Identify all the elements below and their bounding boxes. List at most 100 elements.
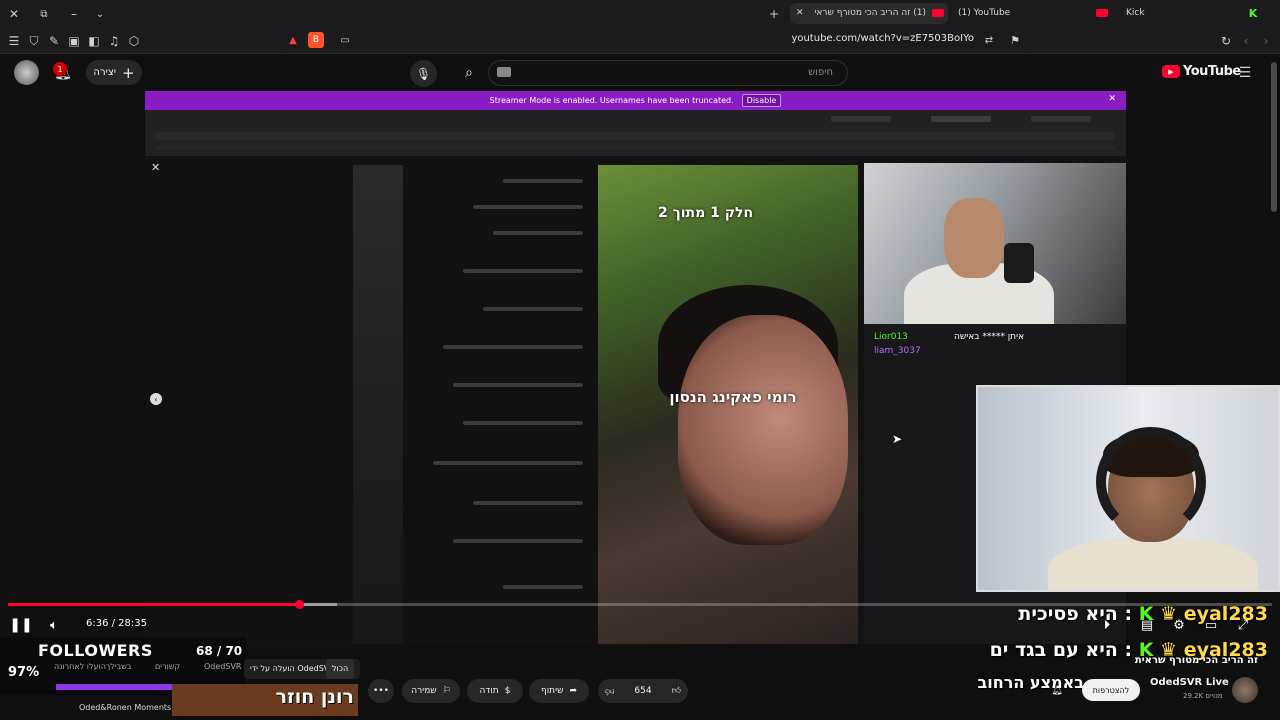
bookmark-icon[interactable]: ⚑ (1008, 33, 1022, 47)
more-button[interactable]: ••• (368, 679, 394, 703)
brush-icon[interactable]: ✎ (46, 33, 62, 49)
chevron-down-icon[interactable]: ⌄ (92, 6, 108, 22)
comment-line (463, 421, 583, 425)
reader-icon[interactable]: ▭ (338, 33, 352, 47)
new-tab-icon[interactable]: + (766, 6, 782, 22)
search-input[interactable]: חיפוש (488, 60, 848, 86)
like-dislike-group: 👍︎ 654 👍︎ (598, 679, 688, 703)
disable-button[interactable]: Disable (741, 94, 782, 107)
site-settings-icon[interactable]: ⇄ (982, 33, 996, 47)
brave-shield-icon[interactable]: B (308, 32, 324, 48)
dollar-icon: $ (504, 686, 511, 696)
create-button[interactable]: יצירה + (86, 60, 142, 85)
settings-icon[interactable]: ⚙ (1170, 616, 1188, 634)
autoplay-icon[interactable]: ⏵ (1098, 616, 1116, 634)
like-icon[interactable]: 👍︎ (672, 686, 681, 696)
progress-scrubber[interactable] (294, 600, 304, 609)
youtube-logo-text: YouTube (1183, 64, 1241, 79)
overlay-chat-message: היא עם בגד ים (989, 639, 1118, 661)
related-thumbnail[interactable]: רונן חוזר (172, 684, 358, 716)
page-scrollbar[interactable] (1271, 62, 1277, 212)
warning-icon[interactable]: ▲ (286, 33, 300, 47)
minimize-icon[interactable]: – (66, 6, 82, 22)
account-avatar[interactable] (14, 60, 39, 85)
join-button[interactable]: להצטרפות (1082, 679, 1140, 701)
tab-youtube-home[interactable]: (1) YouTube (958, 3, 1048, 24)
thumbnail-text: רונן חוזר (275, 686, 354, 708)
tab-recent[interactable]: הועלו לאחרונה (54, 662, 106, 671)
thanks-button[interactable]: תודה $ (467, 679, 523, 703)
restore-icon[interactable]: ⧉ (36, 6, 52, 22)
video-caption-mid: רומי פאקינג הנסון (669, 388, 797, 406)
webcam-microphone (1004, 243, 1034, 283)
shield-icon[interactable]: ⛉ (26, 33, 42, 49)
music-icon[interactable]: ♫ (106, 33, 122, 49)
menu-icon[interactable]: ☰ (6, 33, 22, 49)
streamer-webcam-2 (976, 385, 1280, 592)
screenshot-icon[interactable]: ▣ (66, 33, 82, 49)
search-button[interactable]: ⌕ (456, 60, 482, 86)
inner-browser-bar (145, 110, 1126, 156)
tab-label: (1) זה הריב הכי מטורף שראי (814, 8, 926, 18)
voice-search-button[interactable]: 🎙︎ (410, 60, 437, 87)
notification-bell-button[interactable]: 🔔︎ (1040, 679, 1074, 703)
followers-percent: 97% (8, 665, 40, 680)
back-icon[interactable]: ‹ (1238, 33, 1254, 49)
youtube-logo[interactable]: ▶ YouTube (1162, 64, 1241, 79)
comment-line (453, 539, 583, 543)
volume-icon[interactable]: 🔈︎ (44, 616, 64, 634)
chat-line-user: liam_3037 (874, 346, 921, 356)
extensions-icon[interactable]: ⬡ (126, 33, 142, 49)
search-icon: ⌕ (465, 65, 473, 81)
inner-tab (931, 116, 991, 122)
share-icon: ➦ (569, 686, 578, 696)
url-text[interactable]: youtube.com/watch?v=zE7503BoIYo (791, 33, 974, 44)
comment-line (473, 501, 583, 505)
keyboard-icon[interactable] (497, 67, 511, 77)
share-button[interactable]: שיתוף ➦ (529, 679, 589, 703)
tab-for-you[interactable]: בשבילך (106, 662, 132, 671)
inner-tabs (151, 116, 1121, 124)
reload-icon[interactable]: ↻ (1218, 33, 1234, 49)
channel-name[interactable]: OdedSVR Live (1150, 677, 1229, 688)
browser-tabstrip: ✕ ⧉ – ⌄ + (1) זה הריב הכי מטורף שראי ✕ (… (0, 0, 1280, 27)
fullscreen-icon[interactable]: ⤢ (1234, 616, 1252, 634)
subtitles-icon[interactable]: ▤ (1138, 616, 1156, 634)
comment-line (473, 205, 583, 209)
miniplayer-icon[interactable]: ▭ (1202, 616, 1220, 634)
streamer-webcam-1 (864, 163, 1126, 324)
close-window-icon[interactable]: ✕ (6, 6, 22, 22)
inner-bookmarks-bar (155, 145, 1115, 150)
tab-related[interactable]: קשורים (155, 662, 180, 671)
embedded-video: חלק 1 מתוך 2 רומי פאקינג הנסון (598, 165, 858, 644)
video-subject-face (678, 315, 848, 545)
followers-title: FOLLOWERS (38, 641, 153, 660)
more-icon: ••• (373, 686, 389, 696)
youtube-favicon-icon (932, 9, 944, 17)
tab-kick[interactable]: Kick (1126, 3, 1186, 24)
chat-line-message: איתן ***** באישה (954, 332, 1025, 342)
channel-avatar[interactable] (1232, 677, 1258, 703)
like-count[interactable]: 654 (634, 686, 651, 696)
tab-youtube-video[interactable]: (1) זה הריב הכי מטורף שראי ✕ (790, 3, 948, 24)
comment-line (453, 383, 583, 387)
sidebar-icon[interactable]: ◧ (86, 33, 102, 49)
share-label: שיתוף (540, 686, 564, 696)
prev-arrow-icon[interactable]: ‹ (150, 393, 162, 405)
video-title: זה הריב הכי מטורף שראית (1134, 655, 1258, 666)
forward-icon[interactable]: › (1258, 33, 1274, 49)
tab-close-icon[interactable]: ✕ (796, 3, 804, 24)
youtube-play-icon: ▶ (1162, 65, 1180, 78)
banner-close-icon[interactable]: ✕ (1108, 94, 1116, 104)
thanks-label: תודה (479, 686, 499, 696)
play-pause-icon[interactable]: ❚❚ (9, 616, 32, 634)
dislike-icon[interactable]: 👍︎ (605, 686, 614, 696)
moments-label[interactable]: Oded&Ronen Moments (79, 703, 171, 712)
search-placeholder: חיפוש (808, 67, 833, 78)
chip-all[interactable]: הכול (326, 659, 355, 679)
close-icon[interactable]: ✕ (151, 161, 160, 174)
tab-channel[interactable]: OdedSVR (204, 662, 241, 671)
save-button[interactable]: שמירה ⚐ (402, 679, 460, 703)
guide-menu-icon[interactable]: ☰ (1236, 64, 1254, 82)
comment-line (463, 269, 583, 273)
